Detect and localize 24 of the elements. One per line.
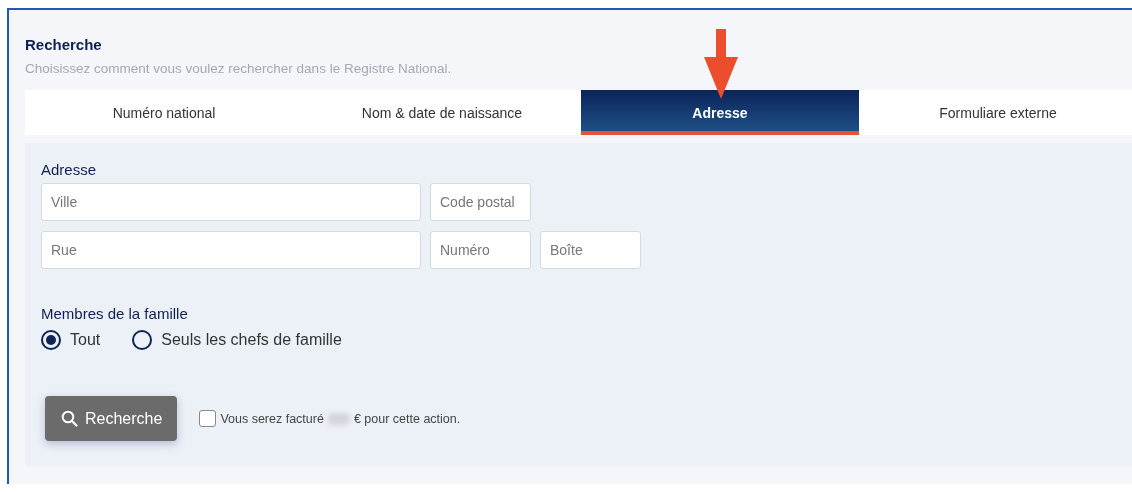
search-icon xyxy=(61,410,78,427)
arrow-drawing xyxy=(704,29,738,99)
tab[interactable]: Adresse xyxy=(581,90,859,135)
page-subtitle: Choisissez comment vous voulez rechercher dans le Registre National. xyxy=(25,61,453,76)
tab[interactable]: Nom & date de naissance xyxy=(303,90,581,135)
section-label: Adresse xyxy=(41,161,98,178)
input-field[interactable]: Code postal xyxy=(430,183,531,221)
page-title: Recherche xyxy=(25,36,103,53)
input-field[interactable]: Rue xyxy=(41,231,421,269)
radio-label: Seuls les chefs de famille xyxy=(161,331,342,349)
search-button[interactable]: Recherche xyxy=(45,396,178,441)
radio-button[interactable] xyxy=(41,330,61,350)
tab[interactable]: Numéro national xyxy=(25,90,303,135)
tab[interactable]: Formuliare externe xyxy=(859,90,1132,135)
input-field[interactable]: Boîte xyxy=(540,231,641,269)
redacted-amount xyxy=(327,412,350,425)
section-label: Membres de la famille xyxy=(41,305,189,322)
radio-button[interactable] xyxy=(132,330,153,350)
checkbox[interactable] xyxy=(199,410,217,427)
input-field[interactable]: Ville xyxy=(41,183,421,221)
radio-label: Tout xyxy=(70,331,101,349)
billing-text: Vous serez facturé xyxy=(220,411,324,426)
input-field[interactable]: Numéro xyxy=(430,231,531,269)
billing-text: € pour cette action. xyxy=(353,411,461,426)
